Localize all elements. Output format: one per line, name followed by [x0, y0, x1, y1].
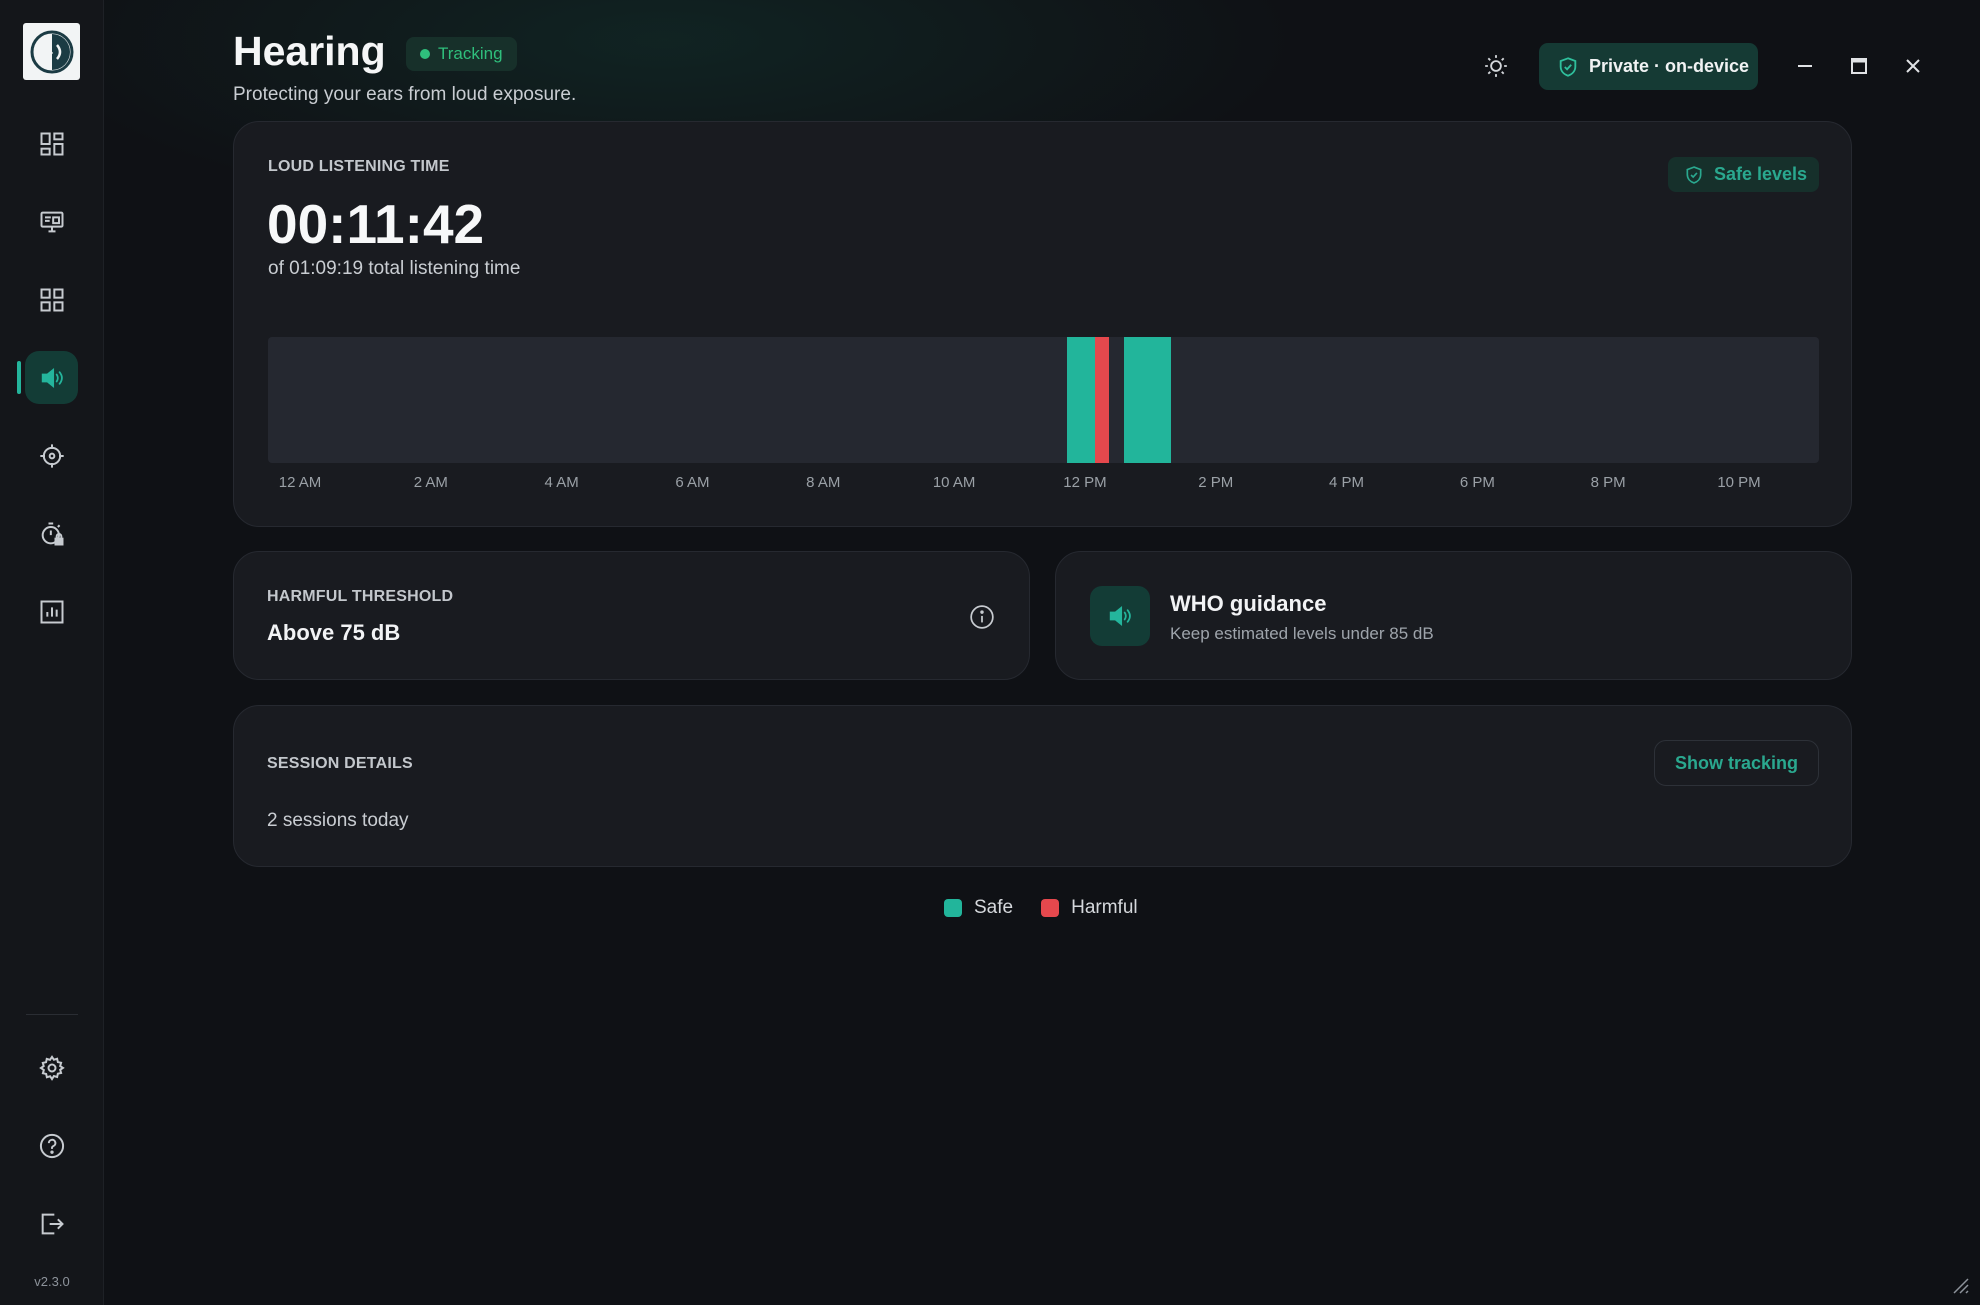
timeline-tick-label: 10 AM: [932, 474, 976, 491]
shield-check-icon: [1559, 56, 1577, 77]
bar-chart-icon: [40, 600, 63, 623]
legend-label-safe: Safe: [974, 897, 1014, 918]
dashboard-icon: [40, 132, 63, 155]
legend-item-safe: Safe: [944, 897, 1013, 919]
sidebar-item-screen-time[interactable]: [25, 195, 78, 248]
legend-item-harmful: Harmful: [1041, 897, 1138, 919]
show-tracking-button[interactable]: Show tracking: [1654, 740, 1819, 786]
sidebar-item-help[interactable]: [25, 1119, 78, 1172]
tracking-status-badge: Tracking: [406, 37, 517, 71]
session-details-label: SESSION DETAILS: [267, 755, 413, 772]
sidebar-item-logout[interactable]: [25, 1197, 78, 1250]
timeline-segment-harmful: [1095, 337, 1110, 463]
status-dot: [420, 49, 430, 59]
legend-swatch-safe: [944, 899, 962, 917]
who-icon-tile: [1090, 586, 1150, 646]
timeline-tick-label: 8 AM: [806, 474, 841, 491]
maximize-icon: [1851, 58, 1867, 74]
speaker-icon: [41, 367, 63, 388]
timeline-tick-label: 8 PM: [1590, 474, 1626, 491]
apps-grid-icon: [40, 288, 63, 311]
info-icon: [970, 605, 994, 629]
threshold-info-button[interactable]: [968, 603, 996, 631]
page-title: Hearing: [233, 28, 386, 74]
who-subtitle: Keep estimated levels under 85 dB: [1170, 624, 1434, 643]
timeline-tick-label: 4 PM: [1329, 474, 1365, 491]
speaker-icon: [1109, 606, 1131, 626]
page-subtitle: Protecting your ears from loud exposure.: [233, 84, 577, 105]
legend-label-harmful: Harmful: [1071, 897, 1138, 918]
loud-listening-card: LOUD LISTENING TIME 00:11:42 of 01:09:19…: [233, 121, 1852, 527]
timeline-tick-label: 6 PM: [1459, 474, 1495, 491]
sidebar-item-limits[interactable]: [25, 507, 78, 560]
loud-listening-label: LOUD LISTENING TIME: [268, 158, 450, 175]
timeline-tick-label: 12 PM: [1063, 474, 1107, 491]
sidebar-item-apps[interactable]: [25, 273, 78, 326]
sidebar: v2.3.0: [0, 0, 104, 1305]
sidebar-divider: [26, 1014, 78, 1015]
monitor-icon: [40, 211, 63, 232]
crosshair-icon: [39, 443, 64, 468]
harmful-threshold-card: HARMFUL THRESHOLD Above 75 dB: [233, 551, 1030, 680]
sidebar-item-hearing[interactable]: [25, 351, 78, 404]
safe-levels-badge: Safe levels: [1668, 157, 1819, 192]
app-version: v2.3.0: [34, 1274, 70, 1289]
privacy-badge: Private · on-device: [1539, 43, 1758, 90]
legend-swatch-harmful: [1041, 899, 1060, 917]
timeline-tick-label: 4 AM: [544, 474, 579, 491]
timeline-segment-safe: [1067, 337, 1096, 463]
logo-icon: [30, 30, 73, 73]
legend: Safe Harmful: [944, 897, 1166, 919]
close-button[interactable]: [1895, 48, 1931, 84]
shield-check-icon: [1686, 165, 1702, 184]
sun-icon: [1485, 55, 1507, 77]
timeline-tick-label: 10 PM: [1717, 474, 1761, 491]
logout-icon: [41, 1213, 64, 1234]
sidebar-item-reports[interactable]: [25, 585, 78, 638]
privacy-badge-label: Private · on-device: [1589, 56, 1750, 76]
minimize-icon: [1798, 65, 1812, 67]
listening-timeline: [268, 337, 1819, 463]
timeline-tick-label: 2 AM: [413, 474, 448, 491]
active-indicator: [17, 361, 21, 394]
tracking-status-label: Tracking: [438, 44, 503, 63]
sidebar-item-dashboard[interactable]: [25, 117, 78, 170]
timer-lock-icon: [41, 522, 63, 545]
safe-levels-label: Safe levels: [1714, 164, 1808, 184]
session-details-card: SESSION DETAILS 2 sessions today Show tr…: [233, 705, 1852, 867]
who-title: WHO guidance: [1170, 591, 1327, 616]
timeline-tick-label: 2 PM: [1198, 474, 1234, 491]
sidebar-item-settings[interactable]: [25, 1041, 78, 1094]
timeline-tick-label: 12 AM: [278, 474, 322, 491]
threshold-label: HARMFUL THRESHOLD: [267, 588, 454, 605]
timeline-tick-label: 6 AM: [675, 474, 710, 491]
loud-listening-value: 00:11:42: [267, 193, 485, 255]
resize-grip-icon[interactable]: [1950, 1275, 1970, 1295]
close-icon: [1906, 59, 1920, 73]
minimize-button[interactable]: [1787, 48, 1823, 84]
timeline-segment-safe: [1124, 337, 1172, 463]
help-icon: [39, 1133, 64, 1158]
sidebar-item-focus[interactable]: [25, 429, 78, 482]
session-count: 2 sessions today: [267, 810, 409, 831]
who-guidance-card: WHO guidance Keep estimated levels under…: [1055, 551, 1852, 680]
app-logo: [23, 23, 80, 80]
maximize-button[interactable]: [1841, 48, 1877, 84]
total-listening-time: of 01:09:19 total listening time: [268, 258, 521, 279]
theme-toggle-button[interactable]: [1480, 50, 1512, 82]
gear-icon: [38, 1054, 65, 1081]
threshold-value: Above 75 dB: [267, 620, 401, 645]
